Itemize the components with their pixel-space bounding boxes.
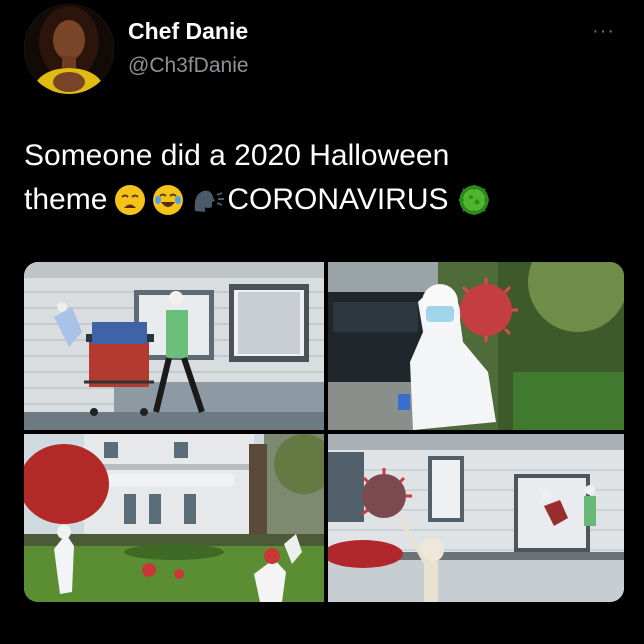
microbe-icon bbox=[456, 183, 491, 217]
tweet-text-coronavirus: CORONAVIRUS bbox=[227, 183, 449, 216]
tweet-text-line-2: theme CORONAVIRUS bbox=[24, 178, 624, 222]
more-options-icon[interactable]: ··· bbox=[592, 20, 615, 43]
tweet-card: Chef Danie @Ch3fDanie ··· Someone did a … bbox=[0, 0, 644, 644]
photo-porch-skeleton-virus-ball[interactable] bbox=[328, 434, 624, 602]
photo-hazmat-skeleton-virus[interactable] bbox=[328, 262, 624, 430]
photo-skeleton-shopping-cart[interactable] bbox=[24, 262, 324, 430]
author-display-name[interactable]: Chef Danie bbox=[128, 18, 248, 45]
avatar[interactable] bbox=[24, 4, 114, 94]
tweet-text-line-1: Someone did a 2020 Halloween bbox=[24, 139, 450, 172]
weary-face-icon bbox=[115, 185, 146, 215]
tweet-text: Someone did a 2020 Halloween theme CORON… bbox=[24, 134, 624, 222]
tweet-text-theme: theme bbox=[24, 183, 108, 216]
face-with-tears-of-joy-icon bbox=[153, 185, 184, 215]
tweet-photo-grid bbox=[24, 262, 624, 602]
photo-house-lawn[interactable] bbox=[24, 434, 324, 602]
author-handle[interactable]: @Ch3fDanie bbox=[128, 54, 249, 78]
speaking-head-icon bbox=[191, 185, 225, 215]
